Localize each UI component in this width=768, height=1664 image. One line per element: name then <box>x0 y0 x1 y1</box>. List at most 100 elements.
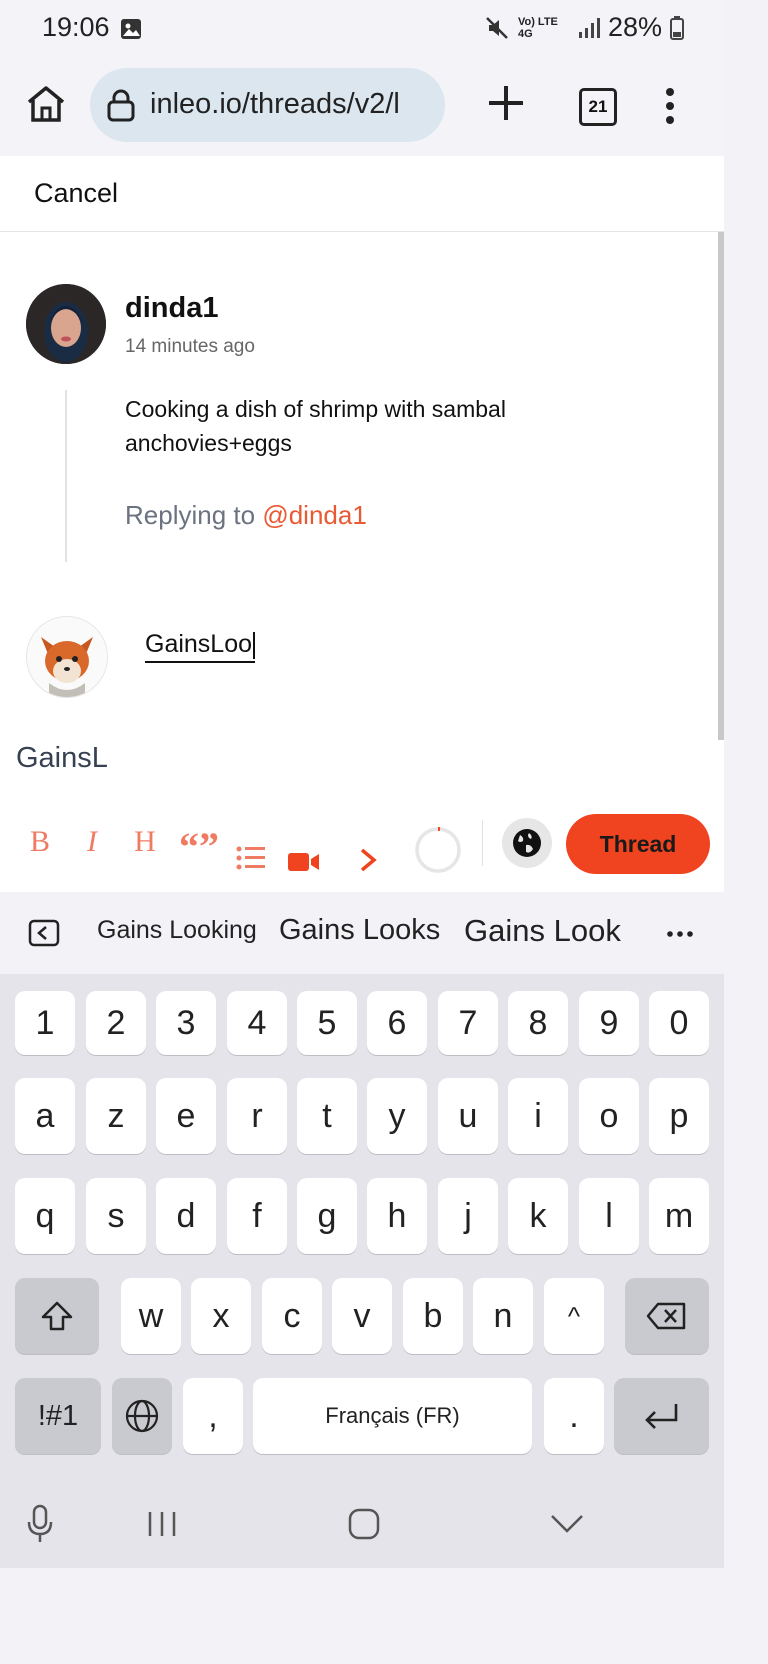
replying-prefix: Replying to <box>125 500 256 530</box>
italic-button[interactable]: I <box>76 812 108 872</box>
reply-input-value: GainsLoo <box>145 630 253 658</box>
mention-link[interactable]: @dinda1 <box>262 500 366 530</box>
toolbar-divider <box>482 820 483 866</box>
backspace-icon <box>646 1302 686 1330</box>
battery-level: 28% <box>607 12 662 42</box>
signal-icon <box>578 17 600 38</box>
microphone-icon[interactable] <box>26 1504 54 1544</box>
status-indicators: Vo) LTE 4G 28% <box>484 12 684 43</box>
suggestion-2[interactable]: Gains Looks <box>279 914 440 947</box>
enter-key[interactable] <box>614 1378 709 1454</box>
key-k[interactable]: k <box>508 1178 568 1254</box>
key-7[interactable]: 7 <box>438 991 498 1055</box>
key-b[interactable]: b <box>403 1278 463 1354</box>
key-o[interactable]: o <box>579 1078 639 1154</box>
key-d[interactable]: d <box>156 1178 216 1254</box>
symbols-key[interactable]: !#1 <box>15 1378 101 1454</box>
key-t[interactable]: t <box>297 1078 357 1154</box>
key-y[interactable]: y <box>367 1078 427 1154</box>
key-period[interactable]: . <box>544 1378 604 1454</box>
hide-keyboard-icon[interactable] <box>550 1514 584 1534</box>
shift-key[interactable] <box>15 1278 99 1354</box>
more-suggestions-icon[interactable] <box>666 930 694 938</box>
key-2[interactable]: 2 <box>86 991 146 1055</box>
key-g[interactable]: g <box>297 1178 357 1254</box>
key-m[interactable]: m <box>649 1178 709 1254</box>
key-3[interactable]: 3 <box>156 991 216 1055</box>
key-6[interactable]: 6 <box>367 991 427 1055</box>
keyboard: 1 2 3 4 5 6 7 8 9 0 a z e r t y u i o p … <box>0 974 724 1482</box>
page-scrollbar[interactable] <box>718 232 724 740</box>
list-icon[interactable] <box>236 828 266 888</box>
suggestion-3[interactable]: Gains Look <box>464 913 621 949</box>
preview-text: GainsL <box>16 742 108 774</box>
key-1[interactable]: 1 <box>15 991 75 1055</box>
heading-button[interactable]: H <box>128 812 162 872</box>
key-l[interactable]: l <box>579 1178 639 1254</box>
key-q[interactable]: q <box>15 1178 75 1254</box>
url-text[interactable]: inleo.io/threads/v2/l <box>150 88 400 121</box>
bold-button[interactable]: B <box>24 812 56 872</box>
post-timestamp: 14 minutes ago <box>125 336 255 357</box>
reply-input[interactable]: GainsLoo <box>145 630 256 663</box>
plus-icon[interactable] <box>486 83 526 123</box>
globe-icon <box>513 829 541 857</box>
key-8[interactable]: 8 <box>508 991 568 1055</box>
replying-to: Replying to @dinda1 <box>125 500 367 531</box>
tab-switcher-button[interactable]: 21 <box>579 88 617 126</box>
key-0[interactable]: 0 <box>649 991 709 1055</box>
home-nav-icon[interactable] <box>348 1508 380 1540</box>
key-9[interactable]: 9 <box>579 991 639 1055</box>
globe-key-icon <box>125 1399 159 1433</box>
key-j[interactable]: j <box>438 1178 498 1254</box>
backspace-key[interactable] <box>625 1278 709 1354</box>
space-key[interactable]: Français (FR) <box>253 1378 532 1454</box>
menu-icon[interactable] <box>660 86 680 126</box>
keyboard-suggestion-bar: Gains Looking Gains Looks Gains Look <box>0 892 724 974</box>
suggestion-1[interactable]: Gains Looking <box>97 916 257 945</box>
key-e[interactable]: e <box>156 1078 216 1154</box>
key-4[interactable]: 4 <box>227 991 287 1055</box>
key-w[interactable]: w <box>121 1278 181 1354</box>
video-icon[interactable] <box>288 832 320 892</box>
profile-photo <box>26 284 106 364</box>
key-i[interactable]: i <box>508 1078 568 1154</box>
battery-icon <box>670 15 684 40</box>
key-x[interactable]: x <box>191 1278 251 1354</box>
key-n[interactable]: n <box>473 1278 533 1354</box>
gallery-notification-icon <box>121 19 141 39</box>
key-c[interactable]: c <box>262 1278 322 1354</box>
visibility-button[interactable] <box>502 818 552 868</box>
key-u[interactable]: u <box>438 1078 498 1154</box>
keyboard-toolbar-icon[interactable] <box>28 919 60 947</box>
post-author[interactable]: dinda1 <box>125 292 218 325</box>
key-f[interactable]: f <box>227 1178 287 1254</box>
header-divider <box>0 231 724 232</box>
key-r[interactable]: r <box>227 1078 287 1154</box>
shift-icon <box>41 1301 73 1331</box>
status-time: 19:06 <box>42 12 110 42</box>
home-icon[interactable] <box>24 82 68 126</box>
quote-button[interactable]: “” <box>179 816 219 876</box>
key-comma[interactable]: , <box>183 1378 243 1454</box>
lock-icon <box>107 89 135 122</box>
current-user-avatar[interactable] <box>26 616 108 698</box>
key-p[interactable]: p <box>649 1078 709 1154</box>
thread-connector <box>65 390 67 562</box>
text-caret <box>253 631 256 659</box>
key-a[interactable]: a <box>15 1078 75 1154</box>
recent-apps-icon[interactable] <box>146 1510 178 1538</box>
key-5[interactable]: 5 <box>297 991 357 1055</box>
key-caret[interactable]: ^ <box>544 1278 604 1354</box>
key-s[interactable]: s <box>86 1178 146 1254</box>
address-bar[interactable]: inleo.io/threads/v2/l <box>90 68 445 142</box>
thread-submit-button[interactable]: Thread <box>566 814 710 874</box>
key-h[interactable]: h <box>367 1178 427 1254</box>
cancel-button[interactable]: Cancel <box>34 178 118 209</box>
key-z[interactable]: z <box>86 1078 146 1154</box>
character-count-ring-icon <box>415 827 461 873</box>
key-v[interactable]: v <box>332 1278 392 1354</box>
language-key[interactable] <box>112 1378 172 1454</box>
avatar[interactable] <box>26 284 106 364</box>
chevron-right-icon[interactable] <box>358 830 378 890</box>
